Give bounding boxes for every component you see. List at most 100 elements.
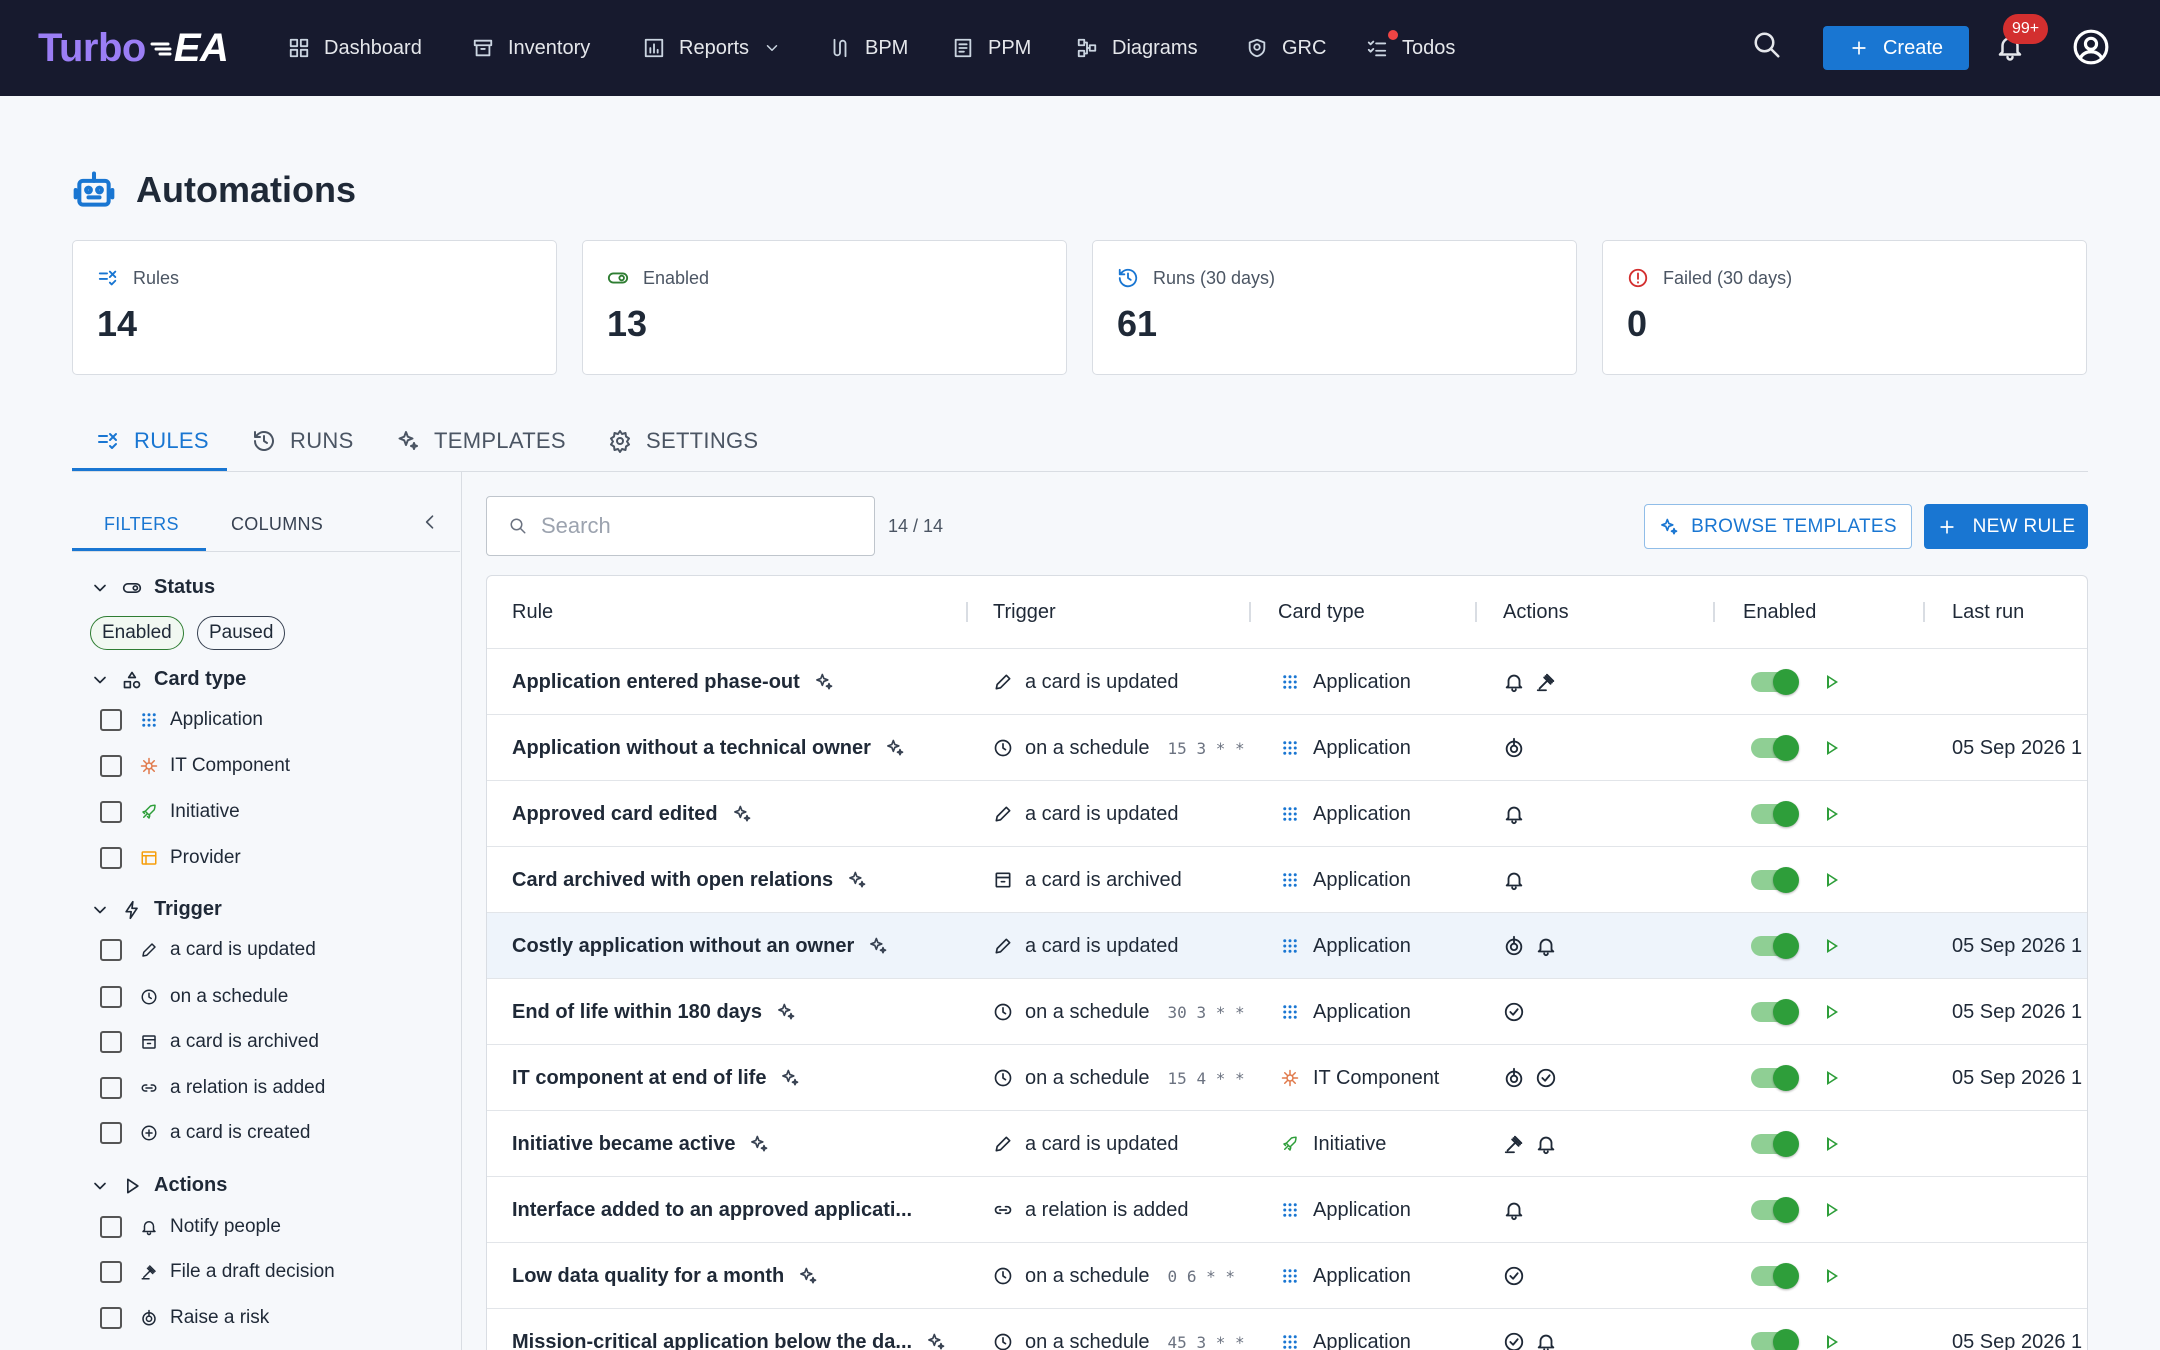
rule-name-cell[interactable]: Application entered phase-out (512, 649, 834, 715)
nav-bpm[interactable]: BPM (829, 0, 908, 96)
sidebar-tab-columns[interactable]: COLUMNS (231, 496, 323, 552)
run-now-play-icon[interactable] (1827, 807, 1838, 821)
filter-option-initiative[interactable]: Initiative (100, 797, 240, 827)
enabled-toggle[interactable] (1751, 867, 1799, 893)
browse-templates-button[interactable]: BROWSE TEMPLATES (1644, 504, 1912, 549)
rule-name-cell[interactable]: Initiative became active (512, 1111, 769, 1177)
table-row[interactable]: Card archived with open relations a card … (487, 847, 2087, 913)
filter-option-notify-people[interactable]: Notify people (100, 1212, 281, 1242)
run-now-play-icon[interactable] (1827, 873, 1838, 887)
run-now-play-icon[interactable] (1827, 1335, 1838, 1349)
table-row[interactable]: IT component at end of life on a schedule… (487, 1045, 2087, 1111)
run-now-play-icon[interactable] (1827, 1203, 1838, 1217)
nav-ppm[interactable]: PPM (952, 0, 1031, 96)
run-now-play-icon[interactable] (1827, 1071, 1838, 1085)
checkbox[interactable] (100, 1031, 122, 1053)
enabled-toggle[interactable] (1751, 669, 1799, 695)
tab-rules[interactable]: RULES (96, 410, 209, 472)
filter-option-card-updated[interactable]: a card is updated (100, 935, 316, 965)
enabled-toggle[interactable] (1751, 999, 1799, 1025)
enabled-toggle[interactable] (1751, 1065, 1799, 1091)
table-row[interactable]: Application without a technical owner on … (487, 715, 2087, 781)
column-header-rule[interactable]: Rule (512, 576, 553, 649)
filter-option-card-archived[interactable]: a card is archived (100, 1027, 319, 1057)
filter-group-actions[interactable]: Actions (90, 1174, 227, 1197)
table-row[interactable]: Costly application without an owner a car… (487, 913, 2087, 979)
run-now-play-icon[interactable] (1827, 1137, 1838, 1151)
run-now-play-icon[interactable] (1827, 1005, 1838, 1019)
filter-option-it-component[interactable]: IT Component (100, 751, 290, 781)
checkbox[interactable] (100, 939, 122, 961)
column-header-trigger[interactable]: Trigger (993, 576, 1056, 649)
checkbox[interactable] (100, 1077, 122, 1099)
rule-search-input[interactable]: Search (486, 496, 875, 556)
filter-option-card-created[interactable]: a card is created (100, 1118, 310, 1148)
filter-option-provider[interactable]: Provider (100, 843, 241, 873)
rule-name-cell[interactable]: Low data quality for a month (512, 1243, 818, 1309)
rule-name-cell[interactable]: Interface added to an approved applicati… (512, 1177, 912, 1243)
column-resize-handle[interactable] (1249, 602, 1251, 622)
enabled-toggle[interactable] (1751, 801, 1799, 827)
enabled-toggle[interactable] (1751, 933, 1799, 959)
enabled-toggle[interactable] (1751, 735, 1799, 761)
filter-option-raise-risk[interactable]: Raise a risk (100, 1303, 269, 1333)
table-row[interactable]: Approved card edited a card is updated App… (487, 781, 2087, 847)
checkbox[interactable] (100, 801, 122, 823)
table-row[interactable]: Mission-critical application below the d… (487, 1309, 2087, 1350)
run-now-play-icon[interactable] (1827, 675, 1838, 689)
enabled-toggle[interactable] (1751, 1329, 1799, 1350)
run-now-play-icon[interactable] (1827, 939, 1838, 953)
sidebar-tab-filters[interactable]: FILTERS (104, 496, 179, 552)
filter-group-card-type[interactable]: Card type (90, 668, 246, 691)
tab-templates[interactable]: TEMPLATES (396, 410, 566, 472)
column-header-card-type[interactable]: Card type (1278, 576, 1365, 649)
nav-todos[interactable]: Todos (1366, 0, 1455, 96)
rule-name-cell[interactable]: IT component at end of life (512, 1045, 800, 1111)
checkbox[interactable] (100, 1261, 122, 1283)
nav-inventory[interactable]: Inventory (472, 0, 590, 96)
table-row[interactable]: End of life within 180 days on a schedule… (487, 979, 2087, 1045)
turbo-ea-logo[interactable]: Turbo EA (38, 26, 229, 71)
column-header-enabled[interactable]: Enabled (1743, 576, 1816, 649)
create-button[interactable]: Create (1823, 26, 1969, 70)
rule-name-cell[interactable]: Card archived with open relations (512, 847, 867, 913)
global-search-button[interactable] (1752, 30, 1782, 60)
filter-option-draft-decision[interactable]: File a draft decision (100, 1257, 335, 1287)
filter-group-status[interactable]: Status (90, 576, 215, 599)
rule-name-cell[interactable]: Approved card edited (512, 781, 752, 847)
enabled-toggle[interactable] (1751, 1197, 1799, 1223)
checkbox[interactable] (100, 1122, 122, 1144)
checkbox[interactable] (100, 755, 122, 777)
new-rule-button[interactable]: NEW RULE (1924, 504, 2088, 549)
column-resize-handle[interactable] (1713, 602, 1715, 622)
column-resize-handle[interactable] (966, 602, 968, 622)
enabled-toggle[interactable] (1751, 1263, 1799, 1289)
filter-option-application[interactable]: Application (100, 705, 263, 735)
column-resize-handle[interactable] (1475, 602, 1477, 622)
nav-grc[interactable]: GRC (1246, 0, 1326, 96)
rule-name-cell[interactable]: Mission-critical application below the d… (512, 1309, 946, 1350)
column-header-last-run[interactable]: Last run (1952, 576, 2024, 649)
rule-name-cell[interactable]: Costly application without an owner (512, 913, 888, 979)
nav-reports[interactable]: Reports (643, 0, 781, 96)
nav-dashboard[interactable]: Dashboard (288, 0, 422, 96)
filter-option-relation-added[interactable]: a relation is added (100, 1073, 325, 1103)
status-chip-paused[interactable]: Paused (197, 616, 286, 650)
table-row[interactable]: Application entered phase-out a card is u… (487, 649, 2087, 715)
enabled-toggle[interactable] (1751, 1131, 1799, 1157)
checkbox[interactable] (100, 986, 122, 1008)
collapse-sidebar-button[interactable] (420, 512, 440, 532)
tab-runs[interactable]: RUNS (252, 410, 354, 472)
nav-diagrams[interactable]: Diagrams (1076, 0, 1198, 96)
checkbox[interactable] (100, 1216, 122, 1238)
rule-name-cell[interactable]: Application without a technical owner (512, 715, 905, 781)
table-row[interactable]: Low data quality for a month on a schedul… (487, 1243, 2087, 1309)
filter-group-trigger[interactable]: Trigger (90, 898, 222, 921)
account-button[interactable] (2072, 28, 2110, 66)
filter-option-schedule[interactable]: on a schedule (100, 982, 288, 1012)
checkbox[interactable] (100, 709, 122, 731)
status-chip-enabled[interactable]: Enabled (90, 616, 184, 650)
column-resize-handle[interactable] (1923, 602, 1925, 622)
run-now-play-icon[interactable] (1827, 1269, 1838, 1283)
checkbox[interactable] (100, 847, 122, 869)
